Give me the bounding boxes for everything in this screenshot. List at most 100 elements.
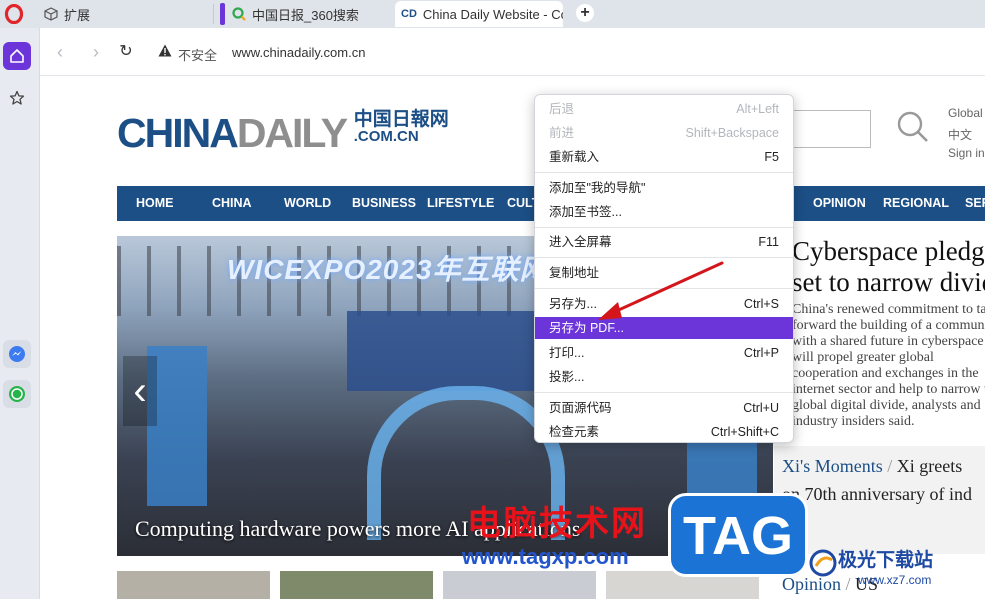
home-icon [10, 49, 24, 63]
logo-china: CHINA [117, 110, 239, 156]
logo-cn-domain: .COM.CN [353, 128, 419, 145]
tab-label: China Daily Website - Co [422, 6, 563, 22]
thumbnail-2[interactable] [280, 571, 433, 599]
menu-item-label: 后退 [549, 102, 575, 116]
tab-separator [213, 4, 214, 24]
menu-item-label: 进入全屏幕 [549, 235, 612, 249]
sidebar-bookmarks-button[interactable] [3, 84, 31, 112]
forward-button[interactable]: › [86, 42, 106, 62]
watermark-red-text: 电脑技术网 [467, 505, 647, 543]
nav-lifestyle[interactable]: LIFESTYLE [427, 186, 494, 221]
menu-item-forward[interactable]: 前进 Shift+Backspace [535, 122, 793, 144]
menu-item-label: 页面源代码 [549, 401, 612, 415]
chinadaily-logo[interactable]: CHINADAILY 中国日報网 .COM.CN [117, 108, 449, 157]
menu-item-shortcut: Ctrl+P [743, 346, 779, 360]
search-icon[interactable] [896, 110, 930, 144]
xi-separator: / [887, 456, 893, 476]
chinese-link[interactable]: 中文 [948, 126, 972, 143]
menu-item-inspect[interactable]: 检查元素 Ctrl+Shift+C [535, 421, 793, 443]
watermark-logo-icon [809, 549, 837, 577]
thumbnail-3[interactable] [443, 571, 596, 599]
menu-item-reload[interactable]: 重新载入 F5 [535, 146, 793, 168]
tab-360-search[interactable]: 中国日报_360搜索 [220, 1, 390, 27]
logo-cn-name: 中国日報网 [353, 108, 449, 130]
menu-separator [535, 392, 793, 393]
opinion-separator: / [845, 574, 851, 594]
messenger-icon [9, 346, 25, 362]
cd-favicon: CD [401, 8, 417, 20]
watermark-site-name: 极光下载站 [838, 550, 934, 571]
nav-china[interactable]: CHINA [212, 186, 252, 221]
signin-link[interactable]: Sign in [948, 146, 985, 160]
xi-moments-link[interactable]: Xi's Moments [782, 456, 883, 476]
menu-item-add-to-speed-dial[interactable]: 添加至"我的导航" [535, 177, 793, 199]
nav-opinion[interactable]: OPINION [813, 186, 866, 221]
annotation-arrow-icon [598, 261, 724, 320]
global-link[interactable]: Global [948, 106, 983, 120]
menu-item-label: 投影... [549, 370, 585, 384]
sidebar-home-button[interactable] [3, 42, 31, 70]
menu-item-label: 添加至书签... [549, 205, 622, 219]
lead-story-title-line1: Cyberspace pledge [792, 236, 985, 266]
menu-separator [535, 172, 793, 173]
menu-item-shortcut: F5 [764, 150, 779, 164]
menu-item-view-source[interactable]: 页面源代码 Ctrl+U [535, 397, 793, 419]
menu-item-shortcut: Shift+Backspace [685, 126, 779, 140]
nav-business[interactable]: BUSINESS [352, 186, 416, 221]
thumbnail-1[interactable] [117, 571, 270, 599]
address-bar: ‹ › ↻ 不安全 www.chinadaily.com.cn [40, 28, 985, 76]
whatsapp-icon [9, 386, 25, 402]
menu-item-shortcut: Ctrl+Shift+C [710, 425, 779, 439]
watermark-site-url: www.xz7.com [858, 573, 932, 587]
security-status[interactable]: 不安全 [178, 45, 217, 64]
menu-item-label: 检查元素 [549, 425, 600, 439]
menu-item-cast[interactable]: 投影... [535, 366, 793, 388]
xi-moments-headline[interactable]: Xi's Moments / Xi greets [782, 456, 962, 477]
sidebar-messenger-button[interactable] [3, 340, 31, 368]
tab-china-daily[interactable]: CD China Daily Website - Co [395, 1, 563, 27]
tab-strip: 扩展 中国日报_360搜索 CD China Daily Website - C… [0, 0, 985, 28]
menu-item-fullscreen[interactable]: 进入全屏幕 F11 [535, 231, 793, 253]
reload-button[interactable]: ↻ [116, 42, 136, 62]
url-input[interactable]: www.chinadaily.com.cn [232, 45, 365, 60]
menu-item-label: 重新载入 [549, 150, 600, 164]
menu-item-shortcut: F11 [758, 235, 779, 249]
cube-icon [44, 7, 58, 21]
hero-prev-button[interactable]: ‹ [123, 356, 157, 426]
menu-item-back[interactable]: 后退 Alt+Left [535, 98, 793, 120]
lead-story-title-line2: set to narrow divid [792, 267, 985, 297]
menu-item-add-bookmark[interactable]: 添加至书签... [535, 201, 793, 223]
tab-label: 扩展 [64, 7, 91, 23]
sidebar [0, 28, 40, 599]
nav-services[interactable]: SER [965, 186, 985, 221]
new-tab-button[interactable]: + [576, 4, 594, 22]
tab-extensions[interactable]: 扩展 [44, 1, 204, 27]
search-engine-icon [232, 7, 246, 21]
xi-headline-text[interactable]: Xi greets [897, 456, 962, 476]
menu-item-print[interactable]: 打印... Ctrl+P [535, 342, 793, 364]
back-button[interactable]: ‹ [50, 42, 70, 62]
menu-separator [535, 227, 793, 228]
menu-item-shortcut: Ctrl+S [743, 297, 779, 311]
warning-icon[interactable] [158, 44, 172, 57]
tab-label: 中国日报_360搜索 [252, 7, 359, 23]
nav-home[interactable]: HOME [136, 186, 174, 221]
bookmark-star-icon [9, 90, 25, 105]
menu-item-label: 前进 [549, 126, 575, 140]
lead-story-title[interactable]: Cyberspace pledge set to narrow divid [792, 236, 985, 298]
opera-logo-icon[interactable] [4, 4, 24, 24]
menu-item-shortcut: Ctrl+U [743, 401, 779, 415]
nav-world[interactable]: WORLD [284, 186, 331, 221]
menu-item-label: 打印... [549, 346, 585, 360]
logo-daily: DAILY [236, 110, 348, 156]
watermark-url: www.tagxp.com [462, 544, 629, 569]
xi-headline-line2[interactable]: on 70th anniversary of ind [782, 484, 972, 505]
site-search-input[interactable] [790, 110, 871, 148]
watermark-tag-badge: TAG [668, 493, 808, 577]
nav-regional[interactable]: REGIONAL [883, 186, 949, 221]
hero-banner: WICEXPO2023年互联网之 [227, 254, 578, 285]
menu-item-label: 添加至"我的导航" [549, 181, 646, 195]
lead-story-summary: China's renewed commitment to take forwa… [792, 302, 985, 429]
sidebar-whatsapp-button[interactable] [3, 380, 31, 408]
menu-item-shortcut: Alt+Left [736, 102, 779, 116]
